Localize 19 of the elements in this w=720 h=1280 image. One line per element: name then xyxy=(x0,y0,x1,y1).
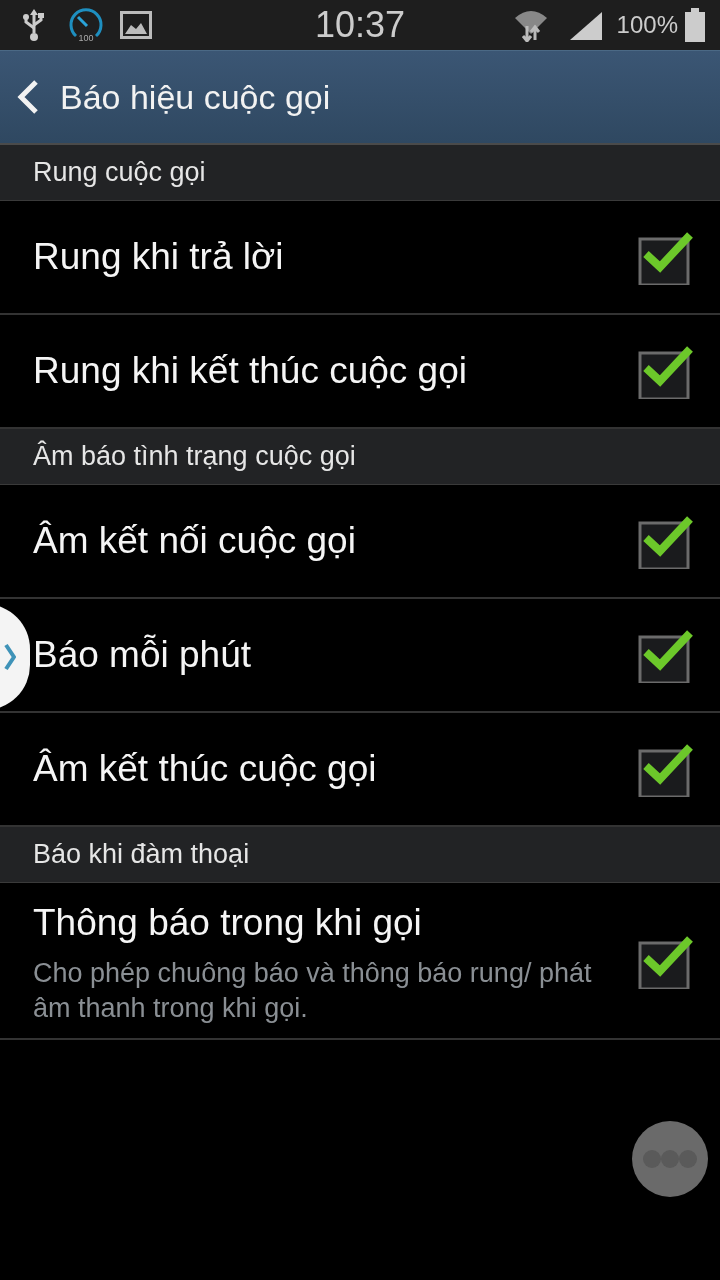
item-label: Rung khi trả lời xyxy=(33,235,285,280)
section-header: Âm báo tình trạng cuộc gọi xyxy=(0,429,720,485)
battery-icon xyxy=(684,7,706,43)
usb-icon xyxy=(22,8,46,42)
item-label: Âm kết nối cuộc gọi xyxy=(33,519,357,564)
item-label: Báo mỗi phút xyxy=(33,633,253,678)
item-label: Âm kết thúc cuộc gọi xyxy=(33,747,378,792)
section-header: Rung cuộc gọi xyxy=(0,145,720,201)
back-button[interactable] xyxy=(16,79,40,115)
image-icon xyxy=(120,11,152,39)
item-label: Thông báo trong khi gọi xyxy=(33,900,423,945)
item-label: Rung khi kết thúc cuộc gọi xyxy=(33,349,468,394)
clock-time: 10:37 xyxy=(314,4,406,45)
battery-percent: 100% xyxy=(616,10,678,40)
signal-icon xyxy=(568,10,603,40)
section-header: Báo khi đàm thoại xyxy=(0,827,720,883)
chevron-icon[interactable] xyxy=(4,643,16,671)
item-summary: Cho phép chuông báo và thông báo rung/ phát âm thanh trong khi gọi. xyxy=(33,957,593,1026)
screen-title: Báo hiệu cuộc gọi xyxy=(60,76,331,118)
